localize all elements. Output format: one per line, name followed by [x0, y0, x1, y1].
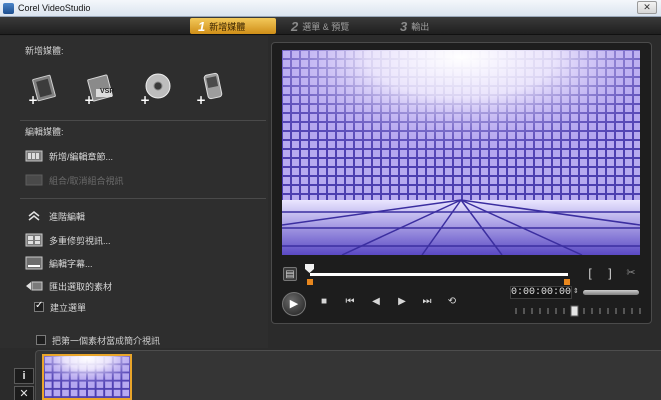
advanced-edit-label: 進階編輯 — [49, 211, 86, 222]
first-as-intro-checkbox[interactable] — [36, 335, 46, 345]
scrub-bar[interactable] — [310, 273, 568, 276]
shuttle-jog[interactable] — [514, 305, 642, 317]
trim-start-marker[interactable] — [307, 279, 313, 285]
scrub-handle[interactable] — [305, 264, 314, 273]
project-mode-icon[interactable]: ▤ — [283, 267, 297, 281]
preview-screen — [282, 50, 640, 255]
timecode-display[interactable]: 0:00:00:00 — [510, 286, 572, 299]
delete-button[interactable]: ✕ — [14, 386, 34, 400]
export-selected-label: 匯出選取的素材 — [49, 281, 113, 292]
svg-text:+: + — [84, 93, 94, 105]
add-edit-chapter-label: 新增/編輯章節... — [49, 151, 114, 162]
combine-icon — [25, 174, 43, 186]
svg-text:+: + — [140, 93, 150, 105]
chapter-icon — [25, 150, 43, 162]
add-edit-chapter-item[interactable]: 新增/編輯章節... — [25, 148, 113, 164]
scissors-icon[interactable]: ✂ — [624, 266, 638, 280]
section-divider — [20, 198, 266, 199]
left-panel: 新增媒體: + + VSP + + 編輯媒體: 新增/編輯章節... 組合/取消… — [0, 36, 268, 348]
title-bar: Corel VideoStudio ✕ — [0, 0, 661, 17]
multi-trim-icon — [25, 233, 43, 247]
step-number: 3 — [400, 18, 408, 34]
play-button[interactable]: ▶ — [282, 292, 306, 316]
multi-trim-item[interactable]: 多重修剪視訊... — [25, 232, 111, 248]
info-button[interactable]: i — [14, 368, 34, 384]
edit-subtitles-item[interactable]: 編輯字幕... — [25, 255, 93, 271]
collapse-chevrons-icon — [28, 211, 40, 221]
add-device-icon[interactable]: + — [194, 71, 228, 105]
mark-out-button[interactable]: ] — [603, 266, 617, 280]
edit-subtitles-label: 編輯字幕... — [49, 258, 93, 269]
svg-text:+: + — [196, 93, 206, 105]
step-label: 輸出 — [411, 21, 430, 32]
repeat-icon[interactable]: ⟲ — [445, 295, 459, 309]
step-add-media-tab[interactable]: 1 新增媒體 — [190, 18, 276, 34]
create-menu-label: 建立選單 — [50, 302, 87, 313]
advanced-edit-toggle[interactable]: 進階編輯 — [25, 208, 85, 224]
edit-media-heading: 編輯媒體: — [25, 127, 64, 137]
timecode-spinner-icon[interactable]: ⇕ — [573, 287, 579, 295]
subtitle-icon — [25, 256, 43, 270]
previous-frame-icon[interactable]: ◀ — [369, 295, 383, 309]
window-close-button[interactable]: ✕ — [637, 1, 657, 14]
stop-icon[interactable]: ■ — [317, 295, 331, 309]
export-selected-item[interactable]: 匯出選取的素材 — [25, 278, 112, 294]
next-frame-icon[interactable]: ▶ — [395, 295, 409, 309]
trim-end-marker[interactable] — [564, 279, 570, 285]
window-title: Corel VideoStudio — [18, 3, 91, 13]
step-label: 新增媒體 — [209, 21, 246, 32]
step-number: 2 — [291, 18, 299, 34]
svg-text:+: + — [28, 93, 38, 105]
volume-slider[interactable] — [583, 290, 639, 295]
create-menu-option[interactable]: 建立選單 — [34, 299, 86, 315]
multi-trim-label: 多重修剪視訊... — [49, 235, 111, 246]
vsp-badge: VSP — [100, 88, 115, 95]
add-media-heading: 新增媒體: — [25, 46, 64, 56]
mark-in-button[interactable]: [ — [583, 266, 597, 280]
combine-video-label: 組合/取消組合視訊 — [49, 175, 124, 186]
step-label: 選單 & 預覽 — [302, 21, 350, 32]
first-as-intro-label: 把第一個素材當成簡介視訊 — [52, 336, 161, 346]
create-menu-checkbox[interactable] — [34, 300, 44, 312]
export-icon — [26, 281, 43, 291]
go-to-start-icon[interactable]: ⏮ — [343, 295, 357, 309]
step-number: 1 — [198, 18, 206, 34]
workflow-steps: 1 新增媒體 2 選單 & 預覽 3 輸出 — [0, 17, 661, 35]
add-video-icon[interactable]: + — [26, 71, 60, 105]
step-output-tab[interactable]: 3 輸出 — [392, 18, 462, 34]
app-icon — [3, 3, 14, 14]
media-thumbnail[interactable] — [42, 354, 132, 400]
step-menu-preview-tab[interactable]: 2 選單 & 預覽 — [283, 18, 383, 34]
add-disc-icon[interactable]: + — [138, 71, 172, 105]
go-to-end-icon[interactable]: ⏭ — [420, 295, 434, 309]
section-divider — [20, 120, 266, 121]
combine-video-item: 組合/取消組合視訊 — [25, 172, 124, 188]
